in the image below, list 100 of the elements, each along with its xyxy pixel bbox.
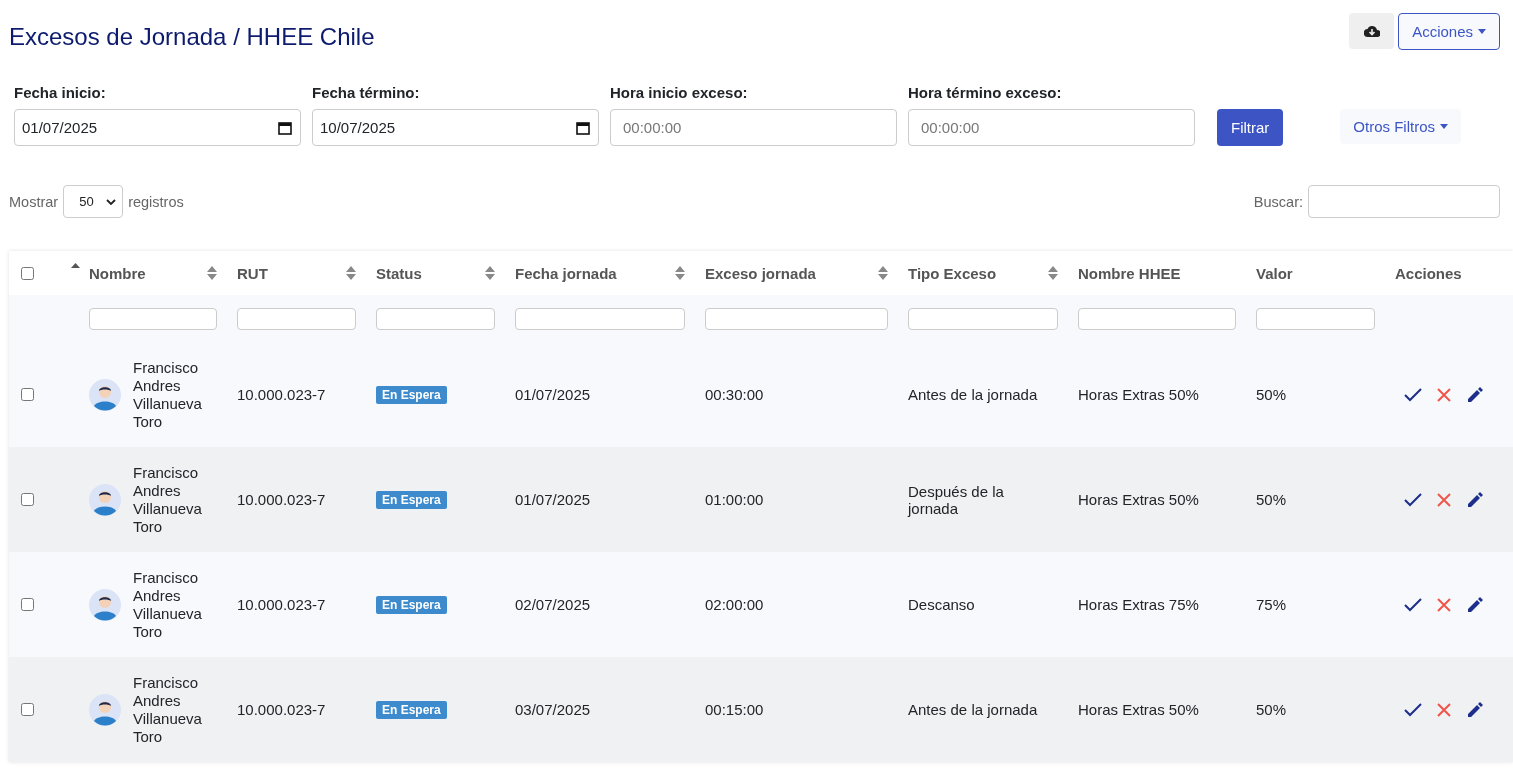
close-icon	[1437, 597, 1451, 612]
download-button[interactable]	[1349, 13, 1395, 49]
column-filter-field[interactable]	[705, 307, 888, 330]
hhee-cell: Horas Extras 50%	[1078, 701, 1199, 718]
column-header: Valor	[1256, 264, 1293, 282]
edit-button[interactable]	[1466, 700, 1484, 719]
actions-dropdown[interactable]: Acciones	[1398, 13, 1500, 50]
pencil-icon	[1466, 490, 1484, 509]
filter-label: Fecha término:	[312, 84, 421, 101]
column-filter-field[interactable]	[1078, 307, 1236, 330]
column-filter-field[interactable]	[908, 307, 1058, 330]
reject-button[interactable]	[1437, 597, 1451, 612]
employee-name: Francisco Andres Villanueva Toro	[133, 358, 203, 431]
employee-name: Francisco Andres Villanueva Toro	[133, 463, 203, 536]
check-icon	[1404, 492, 1422, 507]
hhee-cell: Horas Extras 75%	[1078, 596, 1199, 613]
calendar-icon[interactable]	[278, 120, 292, 135]
row-checkbox[interactable]	[21, 388, 34, 401]
status-badge: En Espera	[376, 701, 447, 719]
value-cell: 50%	[1256, 491, 1287, 508]
sort-icon[interactable]	[675, 266, 685, 280]
close-icon	[1437, 702, 1451, 717]
time-field[interactable]: 00:00:00	[610, 109, 897, 146]
column-filter-field[interactable]	[1256, 307, 1375, 330]
check-icon	[1404, 387, 1422, 402]
date-field[interactable]: 10/07/2025	[312, 109, 599, 146]
check-icon	[1404, 702, 1422, 717]
edit-button[interactable]	[1466, 385, 1484, 404]
sort-icon[interactable]	[878, 266, 888, 280]
rut-cell: 10.000.023-7	[237, 386, 326, 403]
time-field[interactable]: 00:00:00	[908, 109, 1195, 146]
reject-button[interactable]	[1437, 492, 1451, 507]
reject-button[interactable]	[1437, 387, 1451, 402]
edit-button[interactable]	[1466, 490, 1484, 509]
column-header: Nombre HHEE	[1078, 264, 1181, 282]
sort-icon[interactable]	[1048, 266, 1058, 280]
row-checkbox[interactable]	[21, 598, 34, 611]
sort-icon[interactable]	[485, 266, 495, 280]
sort-ascending-icon[interactable]	[71, 263, 80, 268]
rut-cell: 10.000.023-7	[237, 596, 326, 613]
column-header[interactable]: Status	[376, 264, 422, 282]
search-label: Buscar:	[1253, 193, 1303, 210]
type-cell: Descanso	[908, 596, 975, 613]
date-cell: 02/07/2025	[515, 596, 591, 613]
pencil-icon	[1466, 595, 1484, 614]
check-icon	[1404, 597, 1422, 612]
caret-icon	[1440, 124, 1448, 129]
row-checkbox[interactable]	[21, 703, 34, 716]
column-filter-field[interactable]	[89, 307, 217, 330]
date-cell: 03/07/2025	[515, 701, 591, 718]
close-icon	[1437, 387, 1451, 402]
row-checkbox[interactable]	[21, 493, 34, 506]
caret-icon	[1478, 29, 1486, 34]
date-field[interactable]: 01/07/2025	[14, 109, 301, 146]
approve-button[interactable]	[1404, 702, 1422, 717]
time-cell: 00:15:00	[705, 701, 764, 718]
column-header[interactable]: Nombre	[89, 264, 146, 282]
pencil-icon	[1466, 700, 1484, 719]
date-cell: 01/07/2025	[515, 491, 591, 508]
close-icon	[1437, 492, 1451, 507]
value-cell: 50%	[1256, 701, 1287, 718]
value-cell: 75%	[1256, 596, 1287, 613]
records-label: registros	[128, 193, 184, 210]
status-badge: En Espera	[376, 596, 447, 614]
column-filter-field[interactable]	[376, 307, 495, 330]
hhee-cell: Horas Extras 50%	[1078, 491, 1199, 508]
other-filters-dropdown[interactable]: Otros Filtros	[1340, 109, 1461, 144]
column-filter-field[interactable]	[237, 307, 356, 330]
type-cell: Después de la jornada	[908, 482, 1004, 517]
rut-cell: 10.000.023-7	[237, 491, 326, 508]
column-header: Acciones	[1395, 264, 1462, 282]
edit-button[interactable]	[1466, 595, 1484, 614]
status-badge: En Espera	[376, 491, 447, 509]
column-header[interactable]: Fecha jornada	[515, 264, 617, 282]
search-field[interactable]	[1308, 185, 1500, 218]
reject-button[interactable]	[1437, 702, 1451, 717]
employee-name: Francisco Andres Villanueva Toro	[133, 673, 203, 746]
page-size-select[interactable]: 50	[63, 185, 124, 218]
value-cell: 50%	[1256, 386, 1287, 403]
sort-icon[interactable]	[207, 266, 217, 280]
date-cell: 01/07/2025	[515, 386, 591, 403]
column-header[interactable]: Exceso jornada	[705, 264, 816, 282]
column-header[interactable]: Tipo Exceso	[908, 264, 997, 282]
filter-button[interactable]: Filtrar	[1217, 109, 1284, 146]
filter-label: Hora término exceso:	[908, 84, 1063, 101]
avatar-icon	[89, 588, 121, 621]
time-cell: 01:00:00	[705, 491, 764, 508]
employee-name: Francisco Andres Villanueva Toro	[133, 568, 203, 641]
select-all-checkbox[interactable]	[21, 266, 34, 280]
pencil-icon	[1466, 385, 1484, 404]
approve-button[interactable]	[1404, 387, 1422, 402]
chevron-icon	[106, 198, 117, 205]
calendar-icon[interactable]	[576, 120, 590, 135]
hhee-cell: Horas Extras 50%	[1078, 386, 1199, 403]
avatar-icon	[89, 483, 121, 516]
column-filter-field[interactable]	[515, 307, 685, 330]
approve-button[interactable]	[1404, 492, 1422, 507]
sort-icon[interactable]	[346, 266, 356, 280]
column-header[interactable]: RUT	[237, 264, 268, 282]
approve-button[interactable]	[1404, 597, 1422, 612]
